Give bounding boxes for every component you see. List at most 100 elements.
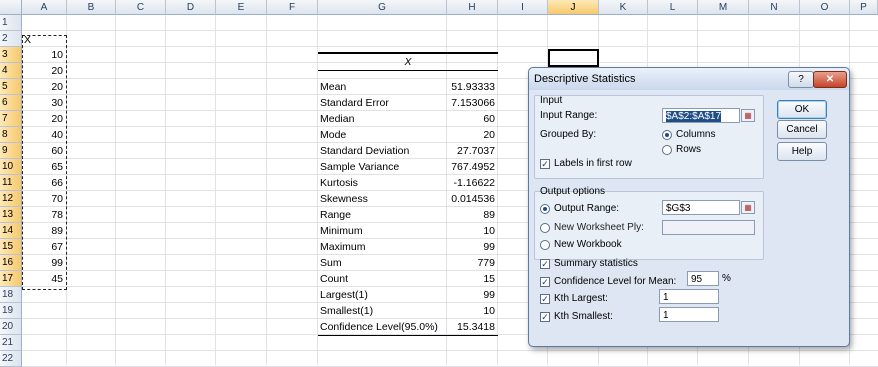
stat-value[interactable]: 15.3418	[448, 319, 495, 335]
row-header-9[interactable]: 9	[0, 143, 22, 159]
column-header-k[interactable]: K	[599, 0, 648, 15]
stat-label[interactable]: Standard Error	[320, 95, 445, 111]
output-range-radio[interactable]	[540, 204, 550, 214]
rows-radio[interactable]	[662, 145, 672, 155]
stat-value[interactable]: 51.93333	[448, 79, 495, 95]
row-header-12[interactable]: 12	[0, 191, 22, 207]
row-header-1[interactable]: 1	[0, 15, 22, 31]
stat-value[interactable]: 15	[448, 271, 495, 287]
column-header-b[interactable]: B	[67, 0, 116, 15]
new-worksheet-ply-label[interactable]: New Worksheet Ply:	[554, 222, 644, 233]
column-header-c[interactable]: C	[116, 0, 166, 15]
input-range-collapse-button[interactable]: ▦	[741, 109, 755, 122]
row-header-16[interactable]: 16	[0, 255, 22, 271]
row-header-20[interactable]: 20	[0, 319, 22, 335]
confidence-level-field[interactable]: 95	[687, 271, 719, 286]
kth-largest-checkbox[interactable]: ✓	[540, 294, 550, 304]
stat-label[interactable]: Kurtosis	[320, 175, 445, 191]
stat-label[interactable]: Median	[320, 111, 445, 127]
labels-first-row-label[interactable]: Labels in first row	[554, 158, 632, 169]
stat-label[interactable]: Range	[320, 207, 445, 223]
stat-label[interactable]: Smallest(1)	[320, 303, 445, 319]
columns-radio-label[interactable]: Columns	[676, 129, 715, 140]
stat-value[interactable]: 7.153066	[448, 95, 495, 111]
summary-statistics-checkbox[interactable]: ✓	[540, 259, 550, 269]
ok-button[interactable]: OK	[777, 100, 827, 119]
rows-radio-label[interactable]: Rows	[676, 144, 701, 155]
stat-label[interactable]: Mean	[320, 79, 445, 95]
columns-radio[interactable]	[662, 130, 672, 140]
column-header-f[interactable]: F	[267, 0, 318, 15]
stat-value[interactable]: 20	[448, 127, 495, 143]
stat-value[interactable]: 0.014536	[448, 191, 495, 207]
row-header-17[interactable]: 17	[0, 271, 22, 287]
stat-label[interactable]: Confidence Level(95.0%)	[320, 319, 445, 335]
stat-value[interactable]: 767.4952	[448, 159, 495, 175]
stat-value[interactable]: 779	[448, 255, 495, 271]
row-header-15[interactable]: 15	[0, 239, 22, 255]
column-header-p[interactable]: P	[850, 0, 878, 15]
column-header-e[interactable]: E	[216, 0, 267, 15]
stat-label[interactable]: Largest(1)	[320, 287, 445, 303]
row-header-6[interactable]: 6	[0, 95, 22, 111]
column-header-d[interactable]: D	[166, 0, 216, 15]
stat-value[interactable]: 99	[448, 287, 495, 303]
stat-label[interactable]: Sample Variance	[320, 159, 445, 175]
output-header[interactable]: X	[318, 54, 498, 70]
help-title-button[interactable]: ?	[788, 71, 814, 88]
column-header-l[interactable]: L	[648, 0, 698, 15]
row-header-19[interactable]: 19	[0, 303, 22, 319]
active-cell-j2[interactable]	[548, 49, 599, 67]
help-button[interactable]: Help	[777, 142, 827, 161]
select-all-corner[interactable]	[0, 0, 22, 15]
row-header-21[interactable]: 21	[0, 335, 22, 351]
stat-value[interactable]: 27.7037	[448, 143, 495, 159]
column-header-h[interactable]: H	[447, 0, 498, 15]
row-header-7[interactable]: 7	[0, 111, 22, 127]
row-header-11[interactable]: 11	[0, 175, 22, 191]
new-workbook-label[interactable]: New Workbook	[554, 239, 622, 250]
stat-value[interactable]: 10	[448, 303, 495, 319]
kth-largest-label[interactable]: Kth Largest:	[554, 293, 608, 304]
column-header-a[interactable]: A	[22, 0, 67, 15]
stat-value[interactable]: 89	[448, 207, 495, 223]
row-header-13[interactable]: 13	[0, 207, 22, 223]
column-header-j[interactable]: J	[548, 0, 599, 15]
row-header-10[interactable]: 10	[0, 159, 22, 175]
column-header-m[interactable]: M	[698, 0, 749, 15]
kth-smallest-label[interactable]: Kth Smallest:	[554, 311, 613, 322]
stat-label[interactable]: Count	[320, 271, 445, 287]
kth-smallest-checkbox[interactable]: ✓	[540, 312, 550, 322]
stat-label[interactable]: Maximum	[320, 239, 445, 255]
column-header-i[interactable]: I	[498, 0, 548, 15]
row-header-18[interactable]: 18	[0, 287, 22, 303]
output-range-collapse-button[interactable]: ▦	[741, 201, 755, 214]
stat-label[interactable]: Standard Deviation	[320, 143, 445, 159]
row-header-4[interactable]: 4	[0, 63, 22, 79]
new-workbook-radio[interactable]	[540, 240, 550, 250]
input-range-field[interactable]: $A$2:$A$17	[662, 108, 740, 123]
kth-smallest-field[interactable]: 1	[659, 307, 719, 322]
stat-label[interactable]: Mode	[320, 127, 445, 143]
column-header-n[interactable]: N	[749, 0, 800, 15]
close-icon[interactable]: ✕	[813, 71, 847, 88]
row-header-5[interactable]: 5	[0, 79, 22, 95]
kth-largest-field[interactable]: 1	[659, 289, 719, 304]
stat-label[interactable]: Minimum	[320, 223, 445, 239]
stat-label[interactable]: Sum	[320, 255, 445, 271]
stat-value[interactable]: -1.16622	[448, 175, 495, 191]
row-header-8[interactable]: 8	[0, 127, 22, 143]
column-header-o[interactable]: O	[800, 0, 850, 15]
column-header-g[interactable]: G	[318, 0, 447, 15]
summary-statistics-label[interactable]: Summary statistics	[554, 258, 638, 269]
labels-first-row-checkbox[interactable]: ✓	[540, 159, 550, 169]
row-header-2[interactable]: 2	[0, 31, 22, 47]
stat-value[interactable]: 60	[448, 111, 495, 127]
stat-value[interactable]: 10	[448, 223, 495, 239]
row-header-14[interactable]: 14	[0, 223, 22, 239]
new-worksheet-ply-field[interactable]	[662, 220, 755, 235]
stat-value[interactable]: 99	[448, 239, 495, 255]
confidence-level-checkbox[interactable]: ✓	[540, 277, 550, 287]
new-worksheet-ply-radio[interactable]	[540, 223, 550, 233]
stat-label[interactable]: Skewness	[320, 191, 445, 207]
